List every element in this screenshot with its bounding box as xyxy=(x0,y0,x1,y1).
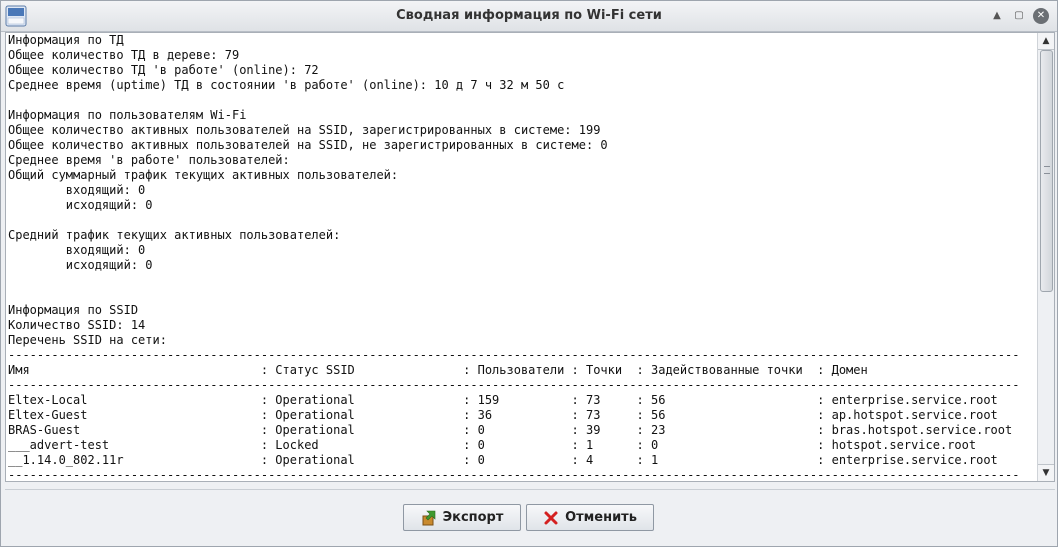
dialog-window: Сводная информация по Wi-Fi сети ▲ ▢ ✕ И… xyxy=(0,0,1058,547)
title-bar[interactable]: Сводная информация по Wi-Fi сети ▲ ▢ ✕ xyxy=(1,1,1057,32)
scroll-grip-icon xyxy=(1044,166,1050,174)
export-button-label: Экспорт xyxy=(442,510,504,525)
window-title: Сводная информация по Wi-Fi сети xyxy=(396,8,662,23)
export-button[interactable]: Экспорт xyxy=(403,504,521,531)
export-arrow-icon xyxy=(422,510,435,525)
close-icon[interactable]: ✕ xyxy=(1033,8,1049,24)
button-panel: Экспорт Отменить xyxy=(5,489,1055,545)
report-text-area[interactable]: Информация по ТД Общее количество ТД в д… xyxy=(5,32,1055,482)
scroll-thumb[interactable] xyxy=(1040,50,1053,292)
scroll-up-arrow-icon[interactable]: ▲ xyxy=(1038,33,1054,50)
vertical-scrollbar[interactable]: ▲ ▼ xyxy=(1037,33,1054,481)
cancel-button-label: Отменить xyxy=(565,510,637,525)
restore-icon[interactable]: ▢ xyxy=(1011,8,1027,24)
scroll-down-arrow-icon[interactable]: ▼ xyxy=(1038,464,1054,481)
maximize-up-icon[interactable]: ▲ xyxy=(989,8,1005,24)
cancel-button[interactable]: Отменить xyxy=(526,504,654,531)
report-text: Информация по ТД Общее количество ТД в д… xyxy=(8,33,1020,482)
red-x-icon xyxy=(544,511,558,524)
